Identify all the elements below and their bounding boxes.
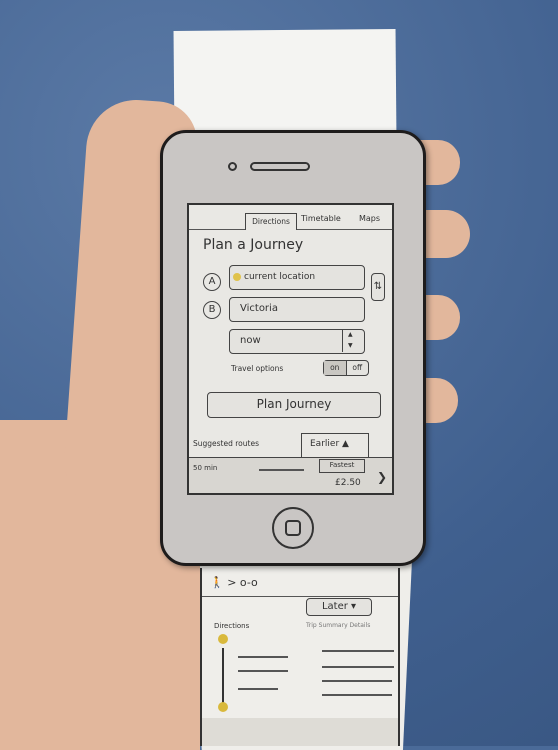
marker-b: B (203, 301, 221, 319)
route-line (222, 648, 224, 703)
step-line (238, 656, 288, 658)
select-divider (342, 330, 343, 352)
tab-timetable[interactable]: Timetable (301, 214, 341, 223)
detail-line (322, 650, 394, 652)
up-arrow-icon[interactable]: ▲ (348, 331, 353, 338)
detail-line (322, 694, 392, 696)
strip-directions-label: Directions (214, 622, 250, 630)
later-button[interactable]: Later ▾ (306, 598, 372, 616)
detail-line (322, 666, 394, 668)
home-button[interactable] (272, 507, 314, 549)
divider (202, 596, 398, 597)
route-price: £2.50 (335, 478, 361, 488)
from-input[interactable]: current location (229, 265, 365, 290)
earlier-button[interactable]: Earlier ▲ (301, 433, 369, 457)
suggested-routes-label: Suggested routes (193, 439, 259, 448)
toggle-on[interactable]: on (324, 361, 346, 375)
time-select[interactable]: now ▲ ▼ (229, 329, 365, 354)
speaker-icon (250, 162, 310, 171)
route-icons: 🚶 > o-o (210, 576, 258, 589)
down-arrow-icon[interactable]: ▼ (348, 342, 353, 349)
marker-a: A (203, 273, 221, 291)
mini-map (202, 718, 398, 746)
time-value: now (240, 335, 261, 346)
fastest-badge: Fastest (319, 459, 365, 473)
tab-maps[interactable]: Maps (359, 214, 380, 223)
plan-journey-button[interactable]: Plan Journey (207, 392, 381, 418)
from-value: current location (244, 272, 316, 282)
to-input[interactable]: Victoria (229, 297, 365, 322)
page-title: Plan a Journey (203, 237, 304, 253)
end-marker-icon (218, 702, 228, 712)
route-result[interactable]: 50 min Fastest £2.50 ❯ (189, 457, 392, 493)
swap-button[interactable]: ⇅ (371, 273, 385, 301)
step-line (238, 688, 278, 690)
phone-screen: Directions Timetable Maps Plan a Journey… (187, 203, 394, 495)
strip-options: Trip Summary Details (306, 622, 371, 629)
route-duration: 50 min (193, 464, 218, 472)
chevron-right-icon[interactable]: ❯ (377, 470, 387, 484)
paper-top-extension (173, 29, 397, 141)
strip-screen: 🚶 > o-o Later ▾ Directions Trip Summary … (200, 568, 400, 746)
detail-line (322, 680, 392, 682)
toggle-off[interactable]: off (345, 361, 369, 375)
home-square-icon (285, 520, 301, 536)
travel-options-toggle[interactable]: on off (323, 360, 369, 376)
start-marker-icon (218, 634, 228, 644)
camera-icon (228, 162, 237, 171)
route-bar (259, 469, 304, 471)
step-line (238, 670, 288, 672)
tab-directions[interactable]: Directions (245, 213, 297, 230)
location-icon (233, 273, 241, 281)
travel-options-label: Travel options (231, 364, 284, 373)
